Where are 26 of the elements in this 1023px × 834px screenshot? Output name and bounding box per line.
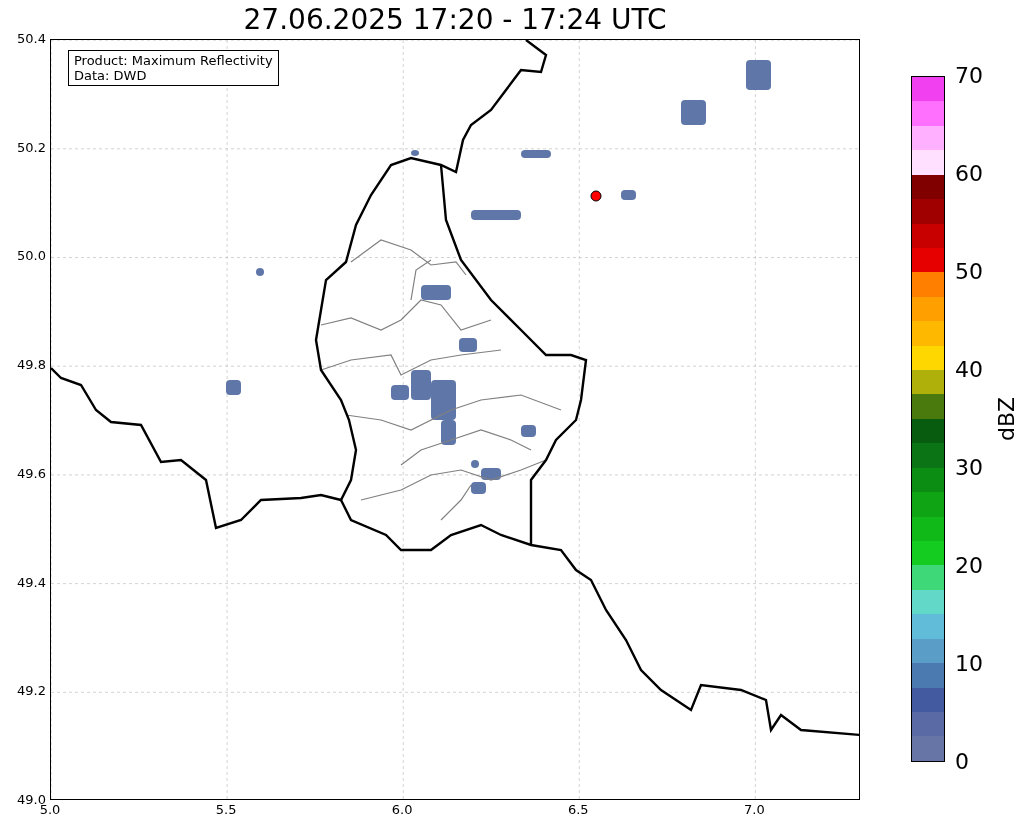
y-tick-label: 49.0: [17, 793, 46, 806]
colorbar-tick-label: 20: [955, 555, 983, 577]
location-marker: [590, 190, 602, 202]
x-tick-label: 6.5: [567, 803, 589, 816]
colorbar-label: dBZ: [996, 396, 1018, 442]
x-tick-label: 5.0: [39, 803, 61, 816]
chart-title: 27.06.2025 17:20 - 17:24 UTC: [243, 5, 667, 34]
y-tick-label: 50.2: [17, 140, 46, 154]
x-tick-label: 7.0: [744, 803, 765, 816]
legend-text: Product: Maximum Reflectivity: [74, 53, 273, 68]
colorbar-tick-label: 40: [955, 359, 983, 381]
y-tick-label: 49.2: [17, 684, 46, 698]
colorbar-tick-label: 30: [955, 457, 983, 479]
y-tick-label: 50.4: [17, 32, 46, 45]
y-tick-label: 49.6: [17, 466, 46, 480]
colorbar-tick-label: 10: [955, 653, 983, 675]
y-tick-label: 49.8: [17, 358, 46, 372]
colorbar-tick-label: 50: [955, 261, 983, 283]
x-tick-label: 5.5: [215, 803, 237, 816]
x-tick-label: 6.0: [391, 803, 413, 816]
colorbar-tick-label: 60: [955, 163, 983, 185]
colorbar-tick-label: 0: [955, 751, 969, 773]
legend-text: Data: DWD: [74, 68, 148, 83]
y-tick-label: 50.0: [17, 249, 46, 263]
colorbar-tick-label: 70: [955, 65, 983, 87]
y-tick-label: 49.4: [17, 575, 46, 589]
